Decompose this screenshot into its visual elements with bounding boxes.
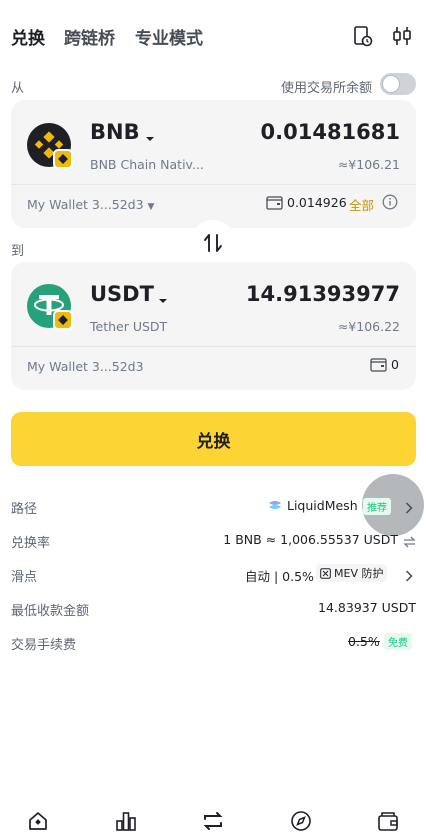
to-fiat-value: ≈¥106.22 xyxy=(337,319,400,334)
use-exchange-balance-toggle[interactable] xyxy=(380,73,416,95)
rate-refresh-icon[interactable] xyxy=(403,533,416,552)
history-icon[interactable] xyxy=(353,25,373,47)
from-token-description: BNB Chain Nativ... xyxy=(90,157,204,172)
from-amount-input[interactable]: 0.01481681 xyxy=(261,120,400,144)
from-fiat-value: ≈¥106.21 xyxy=(337,157,400,172)
chevron-down-icon: ▼ xyxy=(147,202,155,212)
to-amount-output: 14.91393977 xyxy=(245,282,400,306)
trade-icon[interactable] xyxy=(202,810,224,836)
slippage-label: 滑点 xyxy=(11,570,38,585)
to-card: USDT 14.91393977 Tether USDT ≈¥106.22 My… xyxy=(11,262,416,390)
swap-direction-button[interactable] xyxy=(190,220,236,266)
markets-icon[interactable] xyxy=(115,810,137,836)
fee-label: 交易手续费 xyxy=(11,638,77,653)
fee-value: 0.5% xyxy=(348,634,380,649)
swap-direction-icon xyxy=(204,234,222,252)
rate-label: 兑换率 xyxy=(11,536,51,551)
card-divider xyxy=(11,184,416,185)
chevron-down-icon[interactable] xyxy=(145,128,155,147)
home-icon[interactable] xyxy=(27,810,49,836)
wallet-name: My Wallet 3...52d3 xyxy=(27,197,144,212)
to-wallet-label: My Wallet 3...52d3 xyxy=(27,359,144,374)
to-label: 到 xyxy=(11,244,25,259)
mev-protection-badge[interactable]: MEV 防护 xyxy=(316,564,388,582)
swap-button-label: 兑换 xyxy=(196,431,231,452)
to-token-symbol[interactable]: USDT xyxy=(90,282,154,306)
wallet-icon xyxy=(266,195,283,214)
fee-free-badge: 免费 xyxy=(384,633,412,650)
slippage-value[interactable]: 自动 | 0.5% xyxy=(245,566,314,585)
to-token-description: Tether USDT xyxy=(90,319,168,334)
tab-pro-mode[interactable]: 专业模式 xyxy=(135,24,203,49)
rate-value: 1 BNB ≈ 1,006.55537 USDT xyxy=(223,532,398,547)
route-recommended-badge: 推荐 xyxy=(363,498,391,515)
tab-swap[interactable]: 兑换 xyxy=(11,24,45,49)
to-balance: 0 xyxy=(391,357,399,372)
shield-icon xyxy=(320,567,331,579)
usdt-logo xyxy=(27,284,75,336)
route-value[interactable]: LiquidMesh xyxy=(287,498,358,513)
from-wallet-selector[interactable]: My Wallet 3...52d3 ▼ xyxy=(27,197,154,212)
from-balance: 0.014926 xyxy=(287,195,347,210)
toggle-knob xyxy=(382,75,400,93)
bnb-logo xyxy=(27,123,75,175)
settings-icon[interactable] xyxy=(392,26,412,46)
swap-button[interactable]: 兑换 xyxy=(11,412,416,466)
liquidmesh-icon xyxy=(267,498,283,517)
chevron-right-icon[interactable] xyxy=(405,567,413,586)
chevron-down-icon[interactable] xyxy=(158,290,168,309)
mev-label: MEV 防护 xyxy=(334,567,384,580)
from-token-symbol[interactable]: BNB xyxy=(90,120,140,144)
discover-icon[interactable] xyxy=(290,810,312,836)
min-received-label: 最低收款金额 xyxy=(11,604,90,619)
route-label: 路径 xyxy=(11,502,38,517)
from-card: BNB 0.01481681 BNB Chain Nativ... ≈¥106.… xyxy=(11,100,416,228)
tab-bridge[interactable]: 跨链桥 xyxy=(64,24,115,49)
from-label: 从 xyxy=(11,81,25,96)
use-exchange-balance-label: 使用交易所余额 xyxy=(281,81,373,96)
wallet-icon[interactable] xyxy=(377,810,399,836)
info-icon[interactable] xyxy=(382,194,398,214)
max-button[interactable]: 全部 xyxy=(349,195,374,214)
chevron-right-icon[interactable] xyxy=(405,499,413,518)
min-received-value: 14.83937 USDT xyxy=(318,600,416,615)
card-divider xyxy=(11,346,416,347)
wallet-icon xyxy=(370,357,387,376)
